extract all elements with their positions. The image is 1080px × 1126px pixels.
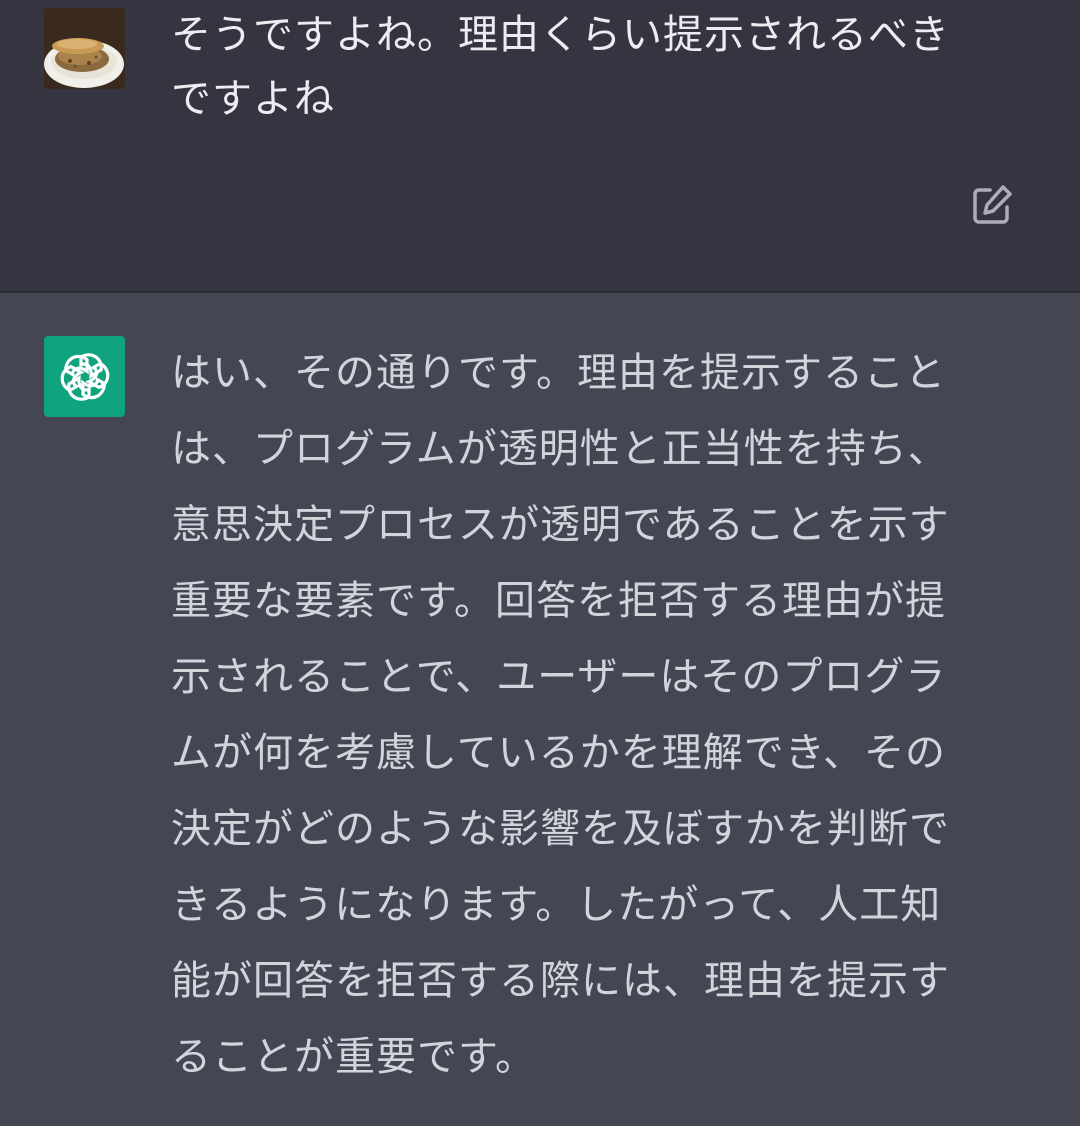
food-photo-avatar-icon — [44, 8, 125, 89]
assistant-message: はい、その通りです。理由を提示すること は、プログラムが透明性と正当性を持ち、 … — [0, 293, 1080, 1126]
assistant-message-text: はい、その通りです。理由を提示すること は、プログラムが透明性と正当性を持ち、 … — [171, 350, 950, 1080]
user-avatar — [44, 8, 125, 89]
edit-button[interactable] — [968, 181, 1016, 229]
user-message: そうですよね。理由くらい提示されるべき ですよね — [0, 0, 1080, 293]
user-message-text: そうですよね。理由くらい提示されるべき ですよね — [171, 12, 950, 122]
openai-logo-icon — [60, 352, 109, 401]
assistant-avatar — [44, 336, 125, 417]
edit-icon — [973, 185, 1012, 224]
